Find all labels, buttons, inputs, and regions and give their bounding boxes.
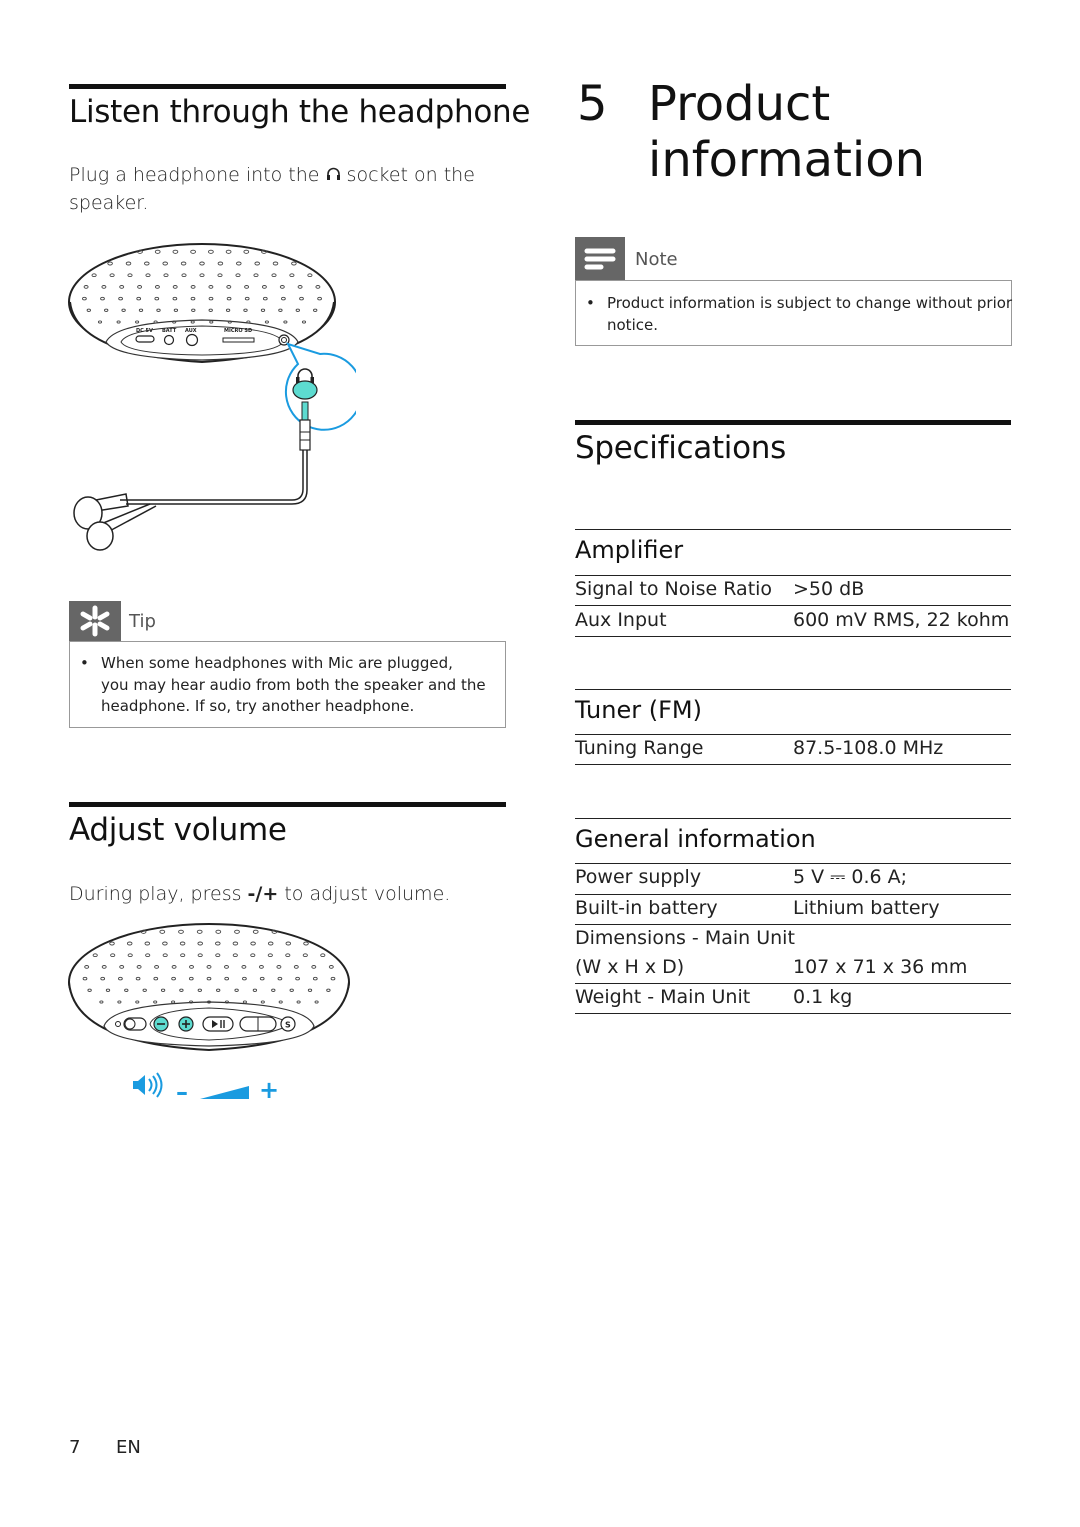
spec-group-heading: General information	[575, 825, 816, 853]
chapter-title-line2: information	[648, 132, 926, 188]
spec-rule	[575, 689, 1011, 690]
spec-group-heading: Amplifier	[575, 536, 684, 564]
headphone-instruction: Plug a headphone into the socket on the …	[69, 161, 489, 217]
spec-rule	[575, 894, 1011, 895]
spec-label: Signal to Noise Ratio	[575, 578, 773, 600]
chapter-title-line1: Product	[648, 76, 831, 132]
spec-rule	[575, 605, 1011, 606]
asterisk-tip-icon	[80, 605, 110, 637]
volume-indicator: – +	[133, 1072, 279, 1106]
spec-row: Built-in battery Lithium battery	[575, 897, 1011, 925]
earphones	[73, 450, 308, 551]
spec-label: Dimensions - Main Unit	[575, 927, 795, 949]
volume-ramp	[200, 1086, 249, 1099]
note-icon-tab	[575, 237, 625, 280]
chapter-title: Product information	[648, 76, 925, 188]
volume-text-b: to adjust volume.	[284, 883, 451, 905]
tip-label: Tip	[129, 611, 156, 632]
section-title-volume: Adjust volume	[69, 812, 287, 848]
svg-text:AUX: AUX	[185, 328, 197, 334]
spec-rule	[575, 818, 1011, 819]
spec-group-heading: Tuner (FM)	[575, 696, 702, 724]
spec-value: 87.5-108.0 MHz	[793, 737, 944, 759]
speaker-volume-icon	[133, 1072, 163, 1098]
section-title-headphone: Listen through the headphone	[69, 94, 531, 130]
spec-label: Power supply	[575, 866, 702, 888]
note-line: Product information is subject to change…	[607, 294, 1013, 312]
note-box: • Product information is subject to chan…	[575, 280, 1012, 346]
section-rule	[69, 84, 506, 89]
spec-rule	[575, 1013, 1011, 1014]
note-label: Note	[635, 249, 678, 270]
volume-text-a: During play, press	[69, 883, 242, 905]
spec-row: Power supply 5 V ⎓ 0.6 A;	[575, 866, 1011, 894]
spec-rule	[575, 983, 1011, 984]
spec-rule	[575, 734, 1011, 735]
spec-label: Weight - Main Unit	[575, 986, 751, 1008]
spec-row: Dimensions - Main Unit (W x H x D) 107 x…	[575, 927, 1011, 983]
spec-label: Tuning Range	[575, 737, 704, 759]
speaker-volume-illustration: S – +	[66, 918, 356, 1108]
svg-text:S: S	[285, 1021, 291, 1030]
svg-text:MICRO SD: MICRO SD	[224, 328, 252, 334]
instruction-text-b: socket on the	[346, 164, 475, 186]
headphone-callout	[284, 342, 356, 451]
svg-text:DC 5V: DC 5V	[136, 328, 153, 334]
volume-plus-symbol: +	[259, 1076, 279, 1104]
spec-rule	[575, 863, 1011, 864]
spec-value: >50 dB	[793, 578, 865, 600]
svg-text:BATT: BATT	[162, 328, 177, 334]
note-line: notice.	[607, 315, 658, 334]
speaker-headphone-illustration: DC 5V BATT AUX MICRO SD	[66, 234, 356, 554]
spec-label: Built-in battery	[575, 897, 718, 919]
spec-rule	[575, 529, 1011, 530]
instruction-text-a: Plug a headphone into the	[69, 164, 320, 186]
spec-row: Signal to Noise Ratio >50 dB	[575, 578, 1011, 606]
spec-rule	[575, 764, 1011, 765]
spec-value: Lithium battery	[793, 897, 940, 919]
language-code: EN	[116, 1437, 141, 1458]
chapter-number: 5	[577, 76, 608, 132]
instruction-text-c: speaker.	[69, 192, 149, 214]
volume-instruction: During play, press -/+ to adjust volume.	[69, 880, 450, 908]
section-rule	[575, 420, 1011, 425]
tip-icon-tab	[69, 601, 121, 641]
headphone-socket-icon	[326, 166, 341, 182]
page-number: 7	[69, 1437, 81, 1458]
spec-value: 0.1 kg	[793, 986, 853, 1008]
spec-rule	[575, 636, 1011, 637]
note-lines-icon	[584, 248, 616, 270]
tip-line: you may hear audio from both the speaker…	[101, 675, 486, 694]
spec-value: 600 mV RMS, 22 kohm	[793, 609, 1010, 631]
tip-line: headphone. If so, try another headphone.	[101, 697, 415, 715]
section-title-specifications: Specifications	[575, 430, 786, 466]
spec-value: 107 x 71 x 36 mm	[793, 956, 968, 978]
section-rule	[69, 802, 506, 807]
volume-minus-symbol: –	[176, 1078, 188, 1106]
spec-row: Weight - Main Unit 0.1 kg	[575, 986, 1011, 1014]
spec-rule	[575, 924, 1011, 925]
volume-keys: -/+	[247, 883, 279, 905]
tip-box: • When some headphones with Mic are plug…	[69, 641, 506, 728]
spec-rule	[575, 575, 1011, 576]
spec-row: Aux Input 600 mV RMS, 22 kohm	[575, 609, 1011, 637]
spec-label-line2: (W x H x D)	[575, 956, 685, 978]
tip-line: When some headphones with Mic are plugge…	[101, 654, 453, 672]
spec-label: Aux Input	[575, 609, 667, 631]
spec-value: 5 V ⎓ 0.6 A;	[793, 866, 908, 888]
spec-row: Tuning Range 87.5-108.0 MHz	[575, 737, 1011, 765]
